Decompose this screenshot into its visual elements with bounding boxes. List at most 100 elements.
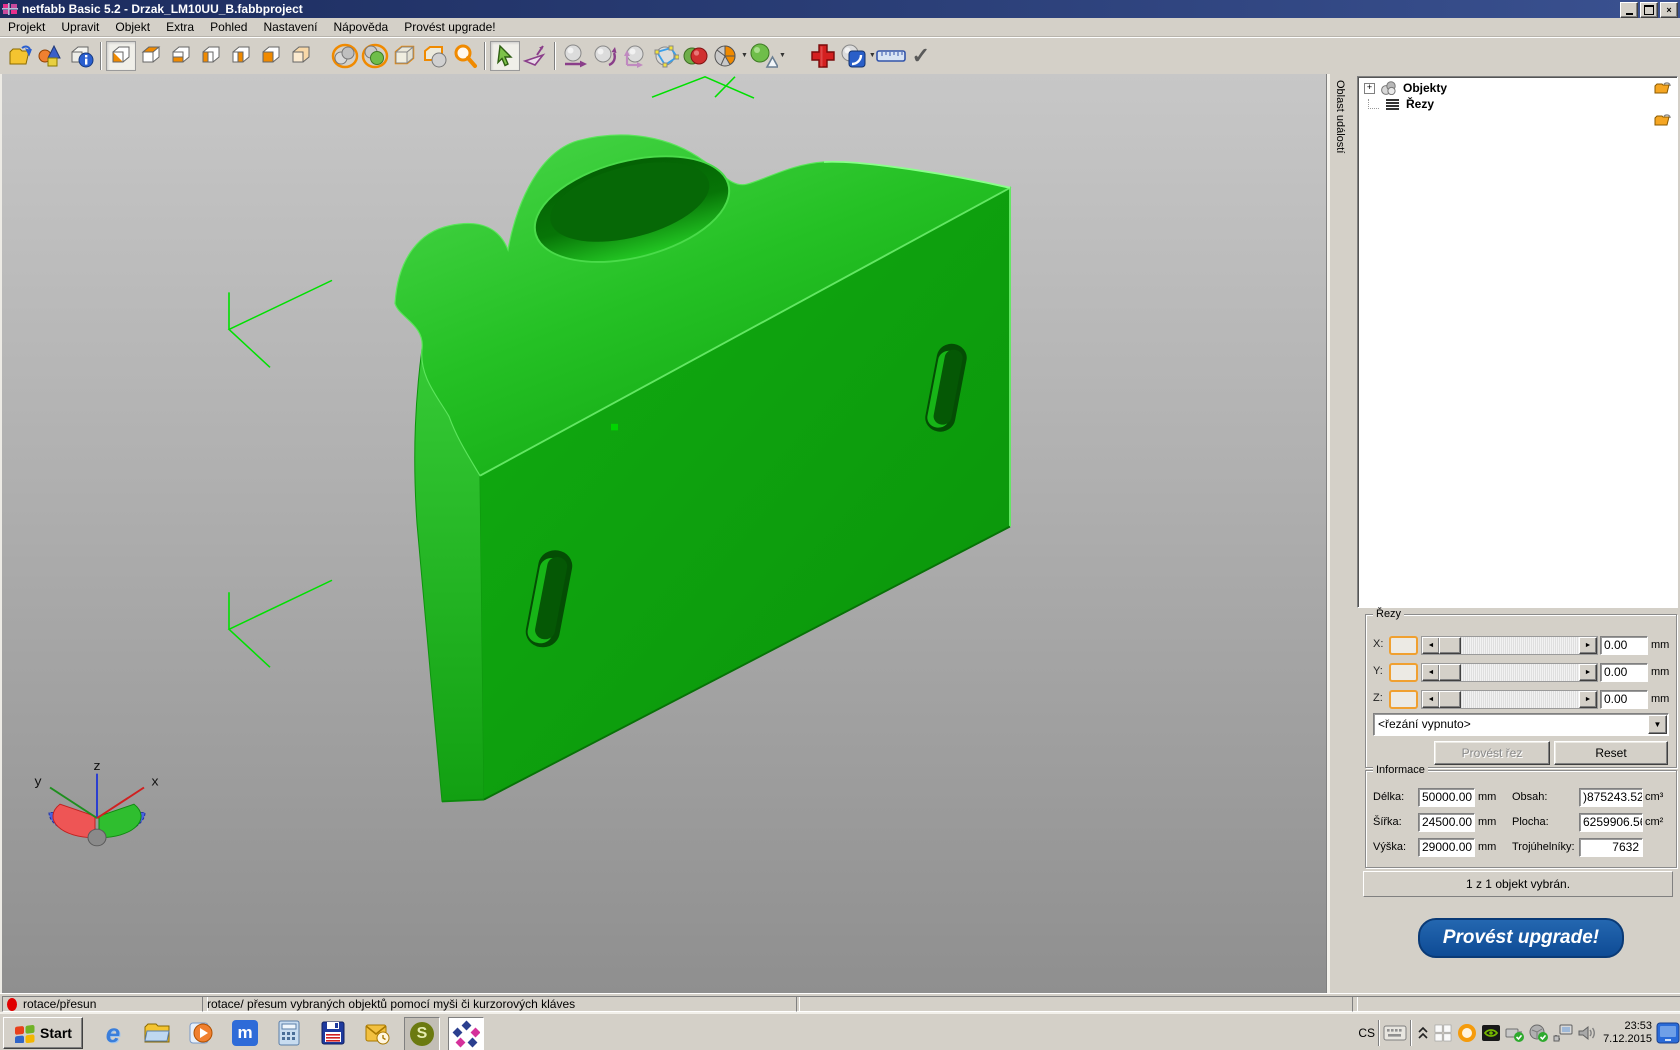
menu-item-upravit[interactable]: Upravit bbox=[53, 19, 107, 35]
scale-part-button[interactable] bbox=[620, 41, 650, 71]
execute-cut-button[interactable]: Provést řez bbox=[1434, 741, 1550, 765]
view-back-button[interactable] bbox=[286, 41, 316, 71]
folder-open-icon[interactable] bbox=[1654, 114, 1671, 127]
internet-explorer-launcher[interactable]: e bbox=[96, 1017, 130, 1049]
show-selected-part-button[interactable] bbox=[360, 41, 390, 71]
measure-ruler-button[interactable] bbox=[876, 41, 906, 71]
area-field[interactable]: 6259906.56 bbox=[1579, 813, 1643, 832]
add-parts-button[interactable] bbox=[36, 41, 66, 71]
show-bounding-box-button[interactable] bbox=[390, 41, 420, 71]
volume-field[interactable]: )875243.52 bbox=[1579, 788, 1643, 807]
width-field[interactable]: 24500.00 bbox=[1418, 813, 1475, 832]
nvidia-icon[interactable] bbox=[1479, 1021, 1503, 1045]
file-explorer-launcher[interactable] bbox=[140, 1017, 174, 1049]
rotate-part-button[interactable] bbox=[590, 41, 620, 71]
ball-ok-icon[interactable] bbox=[1527, 1021, 1551, 1045]
menu-item-upgrade[interactable]: Provést upgrade! bbox=[396, 19, 503, 35]
menu-item-objekt[interactable]: Objekt bbox=[107, 19, 158, 35]
green-swirl-launcher[interactable]: S bbox=[404, 1017, 440, 1050]
edit-mesh-button[interactable] bbox=[650, 41, 680, 71]
project-information-button[interactable] bbox=[66, 41, 96, 71]
cut-z-scroll-thumb[interactable] bbox=[1439, 691, 1461, 708]
outlook-launcher[interactable] bbox=[360, 1017, 394, 1049]
start-button[interactable]: Start bbox=[3, 1017, 83, 1049]
object-tree[interactable]: + Objekty bbox=[1357, 76, 1678, 608]
slice-view-dropdown[interactable]: ▼ bbox=[741, 52, 748, 59]
viewport-3d[interactable]: z y x bbox=[0, 74, 1332, 993]
upgrade-button[interactable]: Provést upgrade! bbox=[1418, 918, 1624, 958]
speaker-icon[interactable] bbox=[1575, 1021, 1599, 1045]
cut-y-scroll-thumb[interactable] bbox=[1439, 664, 1461, 681]
scroll-left-icon[interactable]: ◄ bbox=[1422, 664, 1440, 681]
view-front-button[interactable] bbox=[256, 41, 286, 71]
cut-x-scroll-thumb[interactable] bbox=[1439, 637, 1461, 654]
menu-item-projekt[interactable]: Projekt bbox=[0, 19, 53, 35]
cut-x-value-field[interactable]: 0.00 bbox=[1600, 636, 1648, 655]
zoom-button[interactable] bbox=[450, 41, 480, 71]
cut-y-value-field[interactable]: 0.00 bbox=[1600, 663, 1648, 682]
scroll-right-icon[interactable]: ► bbox=[1579, 691, 1597, 708]
view-iso-button[interactable] bbox=[106, 41, 136, 71]
menu-item-nastaveni[interactable]: Nastavení bbox=[255, 19, 325, 35]
minimize-button[interactable] bbox=[1620, 2, 1638, 18]
cut-z-toggle[interactable] bbox=[1389, 690, 1418, 709]
analysis-dropdown[interactable]: ▼ bbox=[779, 52, 786, 59]
apply-check-button[interactable]: ✓ bbox=[906, 41, 936, 71]
save-tool-launcher[interactable] bbox=[316, 1017, 350, 1049]
cut-x-scrollbar[interactable]: ◄ ► bbox=[1421, 636, 1598, 655]
show-desktop-icon[interactable] bbox=[1656, 1021, 1680, 1045]
model-3d[interactable] bbox=[395, 135, 1010, 801]
tray-clock[interactable]: 23:53 7.12.2015 bbox=[1603, 1020, 1652, 1046]
windows-tray-icon[interactable] bbox=[1431, 1021, 1455, 1045]
dropdown-arrow-icon[interactable]: ▼ bbox=[1648, 715, 1667, 734]
usb-ok-icon[interactable] bbox=[1503, 1021, 1527, 1045]
language-indicator[interactable]: CS bbox=[1358, 1026, 1375, 1040]
view-left-button[interactable] bbox=[196, 41, 226, 71]
cut-z-value-field[interactable]: 0.00 bbox=[1600, 690, 1648, 709]
keyboard-icon[interactable] bbox=[1383, 1021, 1407, 1045]
media-player-launcher[interactable] bbox=[184, 1017, 218, 1049]
events-area-tab[interactable]: Oblast událostí bbox=[1334, 80, 1346, 153]
surface-tool-button[interactable] bbox=[838, 41, 868, 71]
chevron-up-icon[interactable] bbox=[1415, 1021, 1431, 1045]
cut-z-scrollbar[interactable]: ◄ ► bbox=[1421, 690, 1598, 709]
calculator-launcher[interactable] bbox=[272, 1017, 306, 1049]
triangles-field[interactable]: 7632 bbox=[1579, 838, 1643, 857]
reset-cut-button[interactable]: Reset bbox=[1554, 741, 1668, 765]
scroll-right-icon[interactable]: ► bbox=[1579, 664, 1597, 681]
scroll-right-icon[interactable]: ► bbox=[1579, 637, 1597, 654]
folder-open-icon[interactable] bbox=[1654, 82, 1671, 95]
slice-view-button[interactable] bbox=[710, 41, 740, 71]
view-bottom-button[interactable] bbox=[166, 41, 196, 71]
view-top-button[interactable] bbox=[136, 41, 166, 71]
close-button[interactable]: × bbox=[1660, 2, 1678, 18]
menu-item-pohled[interactable]: Pohled bbox=[202, 19, 255, 35]
scroll-left-icon[interactable]: ◄ bbox=[1422, 691, 1440, 708]
height-field[interactable]: 29000.00 bbox=[1418, 838, 1475, 857]
cut-y-scrollbar[interactable]: ◄ ► bbox=[1421, 663, 1598, 682]
measure-flag-button[interactable] bbox=[520, 41, 550, 71]
view-right-button[interactable] bbox=[226, 41, 256, 71]
surface-tool-dropdown[interactable]: ▼ bbox=[869, 52, 876, 59]
tree-expander-icon[interactable]: + bbox=[1364, 83, 1375, 94]
length-field[interactable]: 50000.00 bbox=[1418, 788, 1475, 807]
tree-item-objekty[interactable]: + Objekty bbox=[1358, 80, 1677, 96]
maxthon-launcher[interactable]: m bbox=[228, 1017, 262, 1049]
tree-item-rezy[interactable]: Řezy bbox=[1358, 96, 1677, 112]
show-platform-button[interactable] bbox=[420, 41, 450, 71]
menu-item-extra[interactable]: Extra bbox=[158, 19, 202, 35]
orange-ring-icon[interactable] bbox=[1455, 1021, 1479, 1045]
cut-x-toggle[interactable] bbox=[1389, 636, 1418, 655]
maximize-button[interactable] bbox=[1640, 2, 1658, 18]
repair-part-button[interactable] bbox=[808, 41, 838, 71]
scroll-left-icon[interactable]: ◄ bbox=[1422, 637, 1440, 654]
select-cursor-button[interactable] bbox=[490, 41, 520, 71]
move-part-button[interactable] bbox=[560, 41, 590, 71]
open-project-button[interactable] bbox=[6, 41, 36, 71]
show-parts-button[interactable] bbox=[330, 41, 360, 71]
cut-mode-select[interactable]: <řezání vypnuto> ▼ bbox=[1373, 713, 1669, 736]
analysis-warning-button[interactable] bbox=[748, 41, 778, 71]
cut-y-toggle[interactable] bbox=[1389, 663, 1418, 682]
menu-item-napoveda[interactable]: Nápověda bbox=[325, 19, 396, 35]
compare-parts-button[interactable] bbox=[680, 41, 710, 71]
